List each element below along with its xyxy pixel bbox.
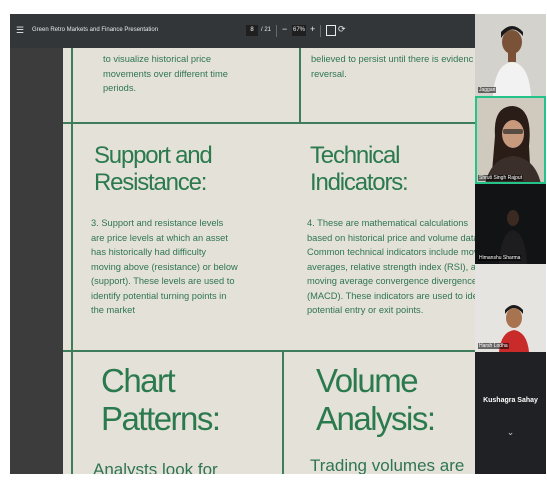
slide-middle-section: Support and Resistance: 3. Support and r…: [63, 124, 483, 353]
participant-tile[interactable]: Himanshu Sharma: [475, 184, 546, 264]
participant-tile[interactable]: Harsh Lodha: [475, 264, 546, 352]
technical-indicators-text: 4. These are mathematical calculations b…: [307, 218, 483, 315]
support-resistance-text: 3. Support and resistance levels are pri…: [91, 218, 238, 315]
slide-bottom-section: Chart Patterns: Analysts look for Volume…: [63, 352, 483, 474]
top-right-text: believed to persist until there is evide…: [311, 54, 474, 79]
volume-analysis-text: Trading volumes are: [310, 456, 465, 474]
zoom-in-button[interactable]: +: [310, 24, 315, 34]
viewer-window: ☰ Green Retro Markets and Finance Presen…: [10, 14, 546, 474]
slide-top-section: to visualize historical price movements …: [63, 48, 483, 124]
page-number-input[interactable]: 8: [246, 25, 258, 36]
participant-name: Harsh Lodha: [478, 343, 509, 349]
divider: [276, 25, 277, 37]
technical-indicators-heading: Technical Indicators:: [310, 142, 409, 196]
document-page: to visualize historical price movements …: [63, 48, 483, 474]
pdf-toolbar: ☰ Green Retro Markets and Finance Presen…: [10, 14, 475, 48]
document-title: Green Retro Markets and Finance Presenta…: [32, 27, 159, 33]
divider: [320, 25, 321, 37]
hamburger-menu-icon[interactable]: ☰: [16, 26, 24, 35]
top-left-text: to visualize historical price movements …: [103, 54, 228, 93]
participant-tile-active[interactable]: Shruti Singh Rajput: [475, 96, 546, 184]
participant-name: Shruti Singh Rajput: [478, 175, 524, 181]
rotate-icon[interactable]: ⟳: [338, 24, 346, 35]
participant-video: [475, 96, 546, 184]
volume-analysis-heading: Volume Analysis:: [316, 362, 436, 437]
participant-gallery: Jaggan Shruti Singh Rajput Himanshu Shar…: [475, 14, 546, 474]
participant-tile[interactable]: Jaggan: [475, 14, 546, 96]
zoom-out-button[interactable]: −: [282, 24, 287, 34]
support-resistance-heading: Support and Resistance:: [94, 142, 213, 196]
participant-video: [475, 184, 546, 264]
chart-patterns-text: Analysts look for: [93, 460, 218, 474]
page-total: / 21: [261, 27, 272, 33]
chart-patterns-heading: Chart Patterns:: [101, 362, 221, 437]
speaker-name: Kushagra Sahay: [483, 397, 538, 404]
participant-name: Himanshu Sharma: [478, 255, 522, 261]
participant-name: Jaggan: [478, 87, 497, 93]
participant-video: [475, 264, 546, 352]
chevron-down-icon[interactable]: ⌄: [475, 427, 546, 438]
zoom-level-input[interactable]: 67%: [292, 25, 306, 36]
fit-page-icon[interactable]: [326, 25, 336, 36]
participant-video: [475, 14, 546, 96]
